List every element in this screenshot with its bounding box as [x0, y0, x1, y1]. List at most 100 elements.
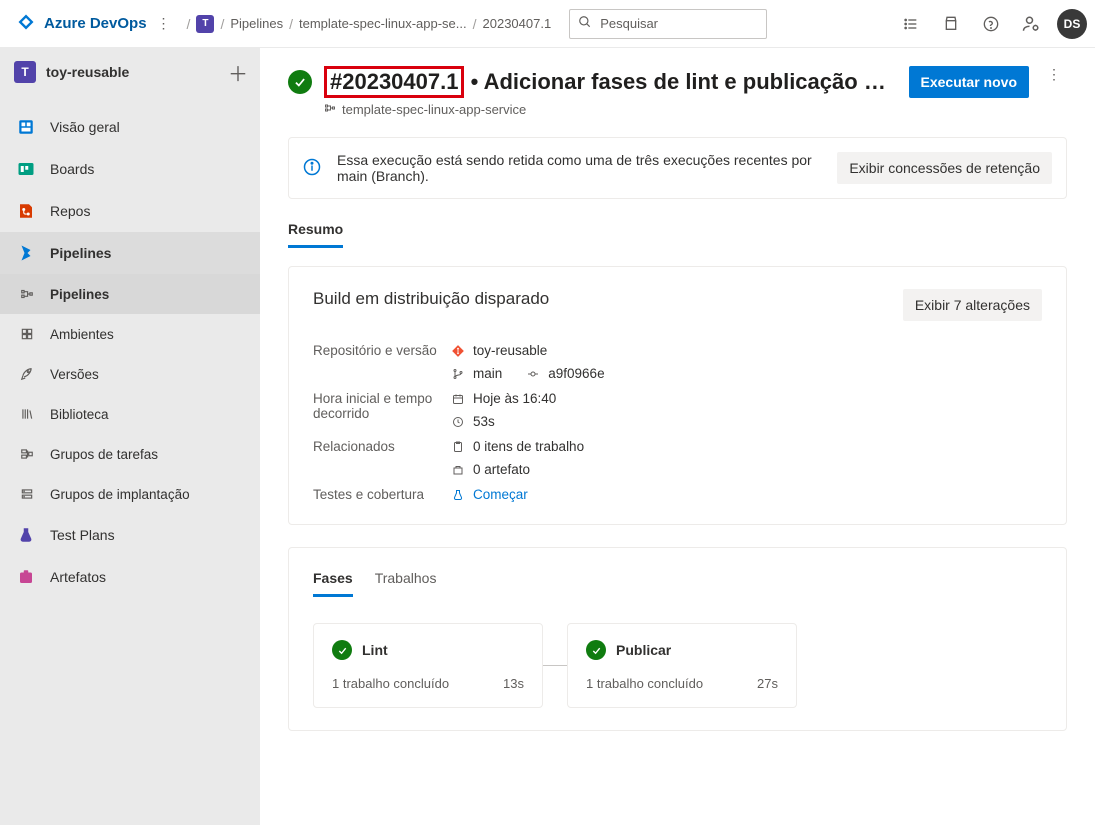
sidebar-item-overview[interactable]: Visão geral — [0, 106, 260, 148]
label-tests: Testes e cobertura — [313, 487, 443, 502]
sidebar-sub-library[interactable]: Biblioteca — [0, 394, 260, 434]
brand-block[interactable]: Azure DevOps — [16, 12, 147, 35]
tests-start-link[interactable]: Começar — [473, 487, 528, 502]
sidebar: T toy-reusable ＋ Visão geral Boards Repo… — [0, 48, 260, 825]
environments-icon — [18, 327, 36, 341]
banner-text: Essa execução está sendo retida como uma… — [337, 152, 821, 184]
pipelines-sub-icon — [18, 287, 36, 301]
tab-jobs[interactable]: Trabalhos — [375, 570, 437, 597]
summary-card: Build em distribuição disparado Exibir 7… — [288, 266, 1067, 525]
stage-duration: 27s — [757, 676, 778, 691]
artifacts-count[interactable]: 0 artefato — [473, 462, 530, 477]
label-repo: Repositório e versão — [313, 343, 443, 358]
sidebar-sub-deploygroups[interactable]: Grupos de implantação — [0, 474, 260, 514]
sidebar-sub-taskgroups[interactable]: Grupos de tarefas — [0, 434, 260, 474]
stage-duration: 13s — [503, 676, 524, 691]
taskgroups-icon — [18, 447, 36, 461]
view-retention-button[interactable]: Exibir concessões de retenção — [837, 152, 1052, 184]
tab-phases[interactable]: Fases — [313, 570, 353, 597]
releases-icon — [18, 367, 36, 381]
list-icon[interactable] — [891, 16, 931, 32]
project-name: toy-reusable — [46, 64, 129, 80]
run-again-button[interactable]: Executar novo — [909, 66, 1029, 98]
run-id-highlight: #20230407.1 — [324, 66, 464, 98]
stage-success-icon — [332, 640, 352, 660]
breadcrumb-run-id[interactable]: 20230407.1 — [483, 16, 552, 31]
info-icon — [303, 158, 321, 179]
testplans-icon — [16, 525, 36, 545]
run-pipeline-name[interactable]: template-spec-linux-app-service — [342, 102, 526, 117]
branch-icon — [451, 368, 465, 380]
sidebar-item-label: Boards — [50, 161, 94, 177]
main-content: #20230407.1 • Adicionar fases de lint e … — [260, 48, 1095, 825]
sidebar-item-label: Test Plans — [50, 527, 115, 543]
branch-name[interactable]: main — [473, 366, 502, 381]
summary-heading: Build em distribuição disparado — [313, 289, 549, 309]
sidebar-item-pipelines[interactable]: Pipelines — [0, 232, 260, 274]
git-icon — [451, 344, 465, 358]
sidebar-item-label: Repos — [50, 203, 90, 219]
commit-hash[interactable]: a9f0966e — [548, 366, 604, 381]
repo-name[interactable]: toy-reusable — [473, 343, 547, 358]
pipelines-icon — [16, 243, 36, 263]
artifacts-icon — [16, 567, 36, 587]
azure-logo-icon — [16, 12, 36, 35]
view-changes-button[interactable]: Exibir 7 alterações — [903, 289, 1042, 321]
stage-publish[interactable]: Publicar 1 trabalho concluído 27s — [567, 623, 797, 708]
sidebar-sub-label: Versões — [50, 367, 99, 382]
stage-status-text: 1 trabalho concluído — [332, 676, 449, 691]
search-input[interactable] — [600, 16, 758, 31]
search-icon — [578, 15, 592, 32]
project-row[interactable]: T toy-reusable ＋ — [0, 48, 260, 96]
stage-status-text: 1 trabalho concluído — [586, 676, 703, 691]
sidebar-sub-label: Biblioteca — [50, 407, 109, 422]
sidebar-item-label: Visão geral — [50, 119, 120, 135]
stage-connector — [543, 623, 567, 708]
run-more-icon[interactable]: ⋮ — [1041, 66, 1067, 83]
run-status-success-icon — [288, 70, 312, 94]
sidebar-item-label: Pipelines — [50, 245, 111, 261]
overview-icon — [16, 117, 36, 137]
help-icon[interactable] — [971, 16, 1011, 32]
avatar[interactable]: DS — [1057, 9, 1087, 39]
label-related: Relacionados — [313, 439, 443, 454]
repos-icon — [16, 201, 36, 221]
deploygroups-icon — [18, 487, 36, 501]
stages-card: Fases Trabalhos Lint 1 trabalho concluíd… — [288, 547, 1067, 731]
user-settings-icon[interactable] — [1011, 15, 1051, 33]
sidebar-sub-label: Grupos de implantação — [50, 487, 190, 502]
boards-icon — [16, 159, 36, 179]
sidebar-item-boards[interactable]: Boards — [0, 148, 260, 190]
org-menu-icon[interactable]: ⋮ — [147, 15, 181, 32]
sidebar-item-artifacts[interactable]: Artefatos — [0, 556, 260, 598]
workitem-icon — [451, 441, 465, 453]
breadcrumb-pipeline-name[interactable]: template-spec-linux-app-se... — [299, 16, 467, 31]
sidebar-item-repos[interactable]: Repos — [0, 190, 260, 232]
brand-label: Azure DevOps — [44, 15, 147, 32]
stage-lint[interactable]: Lint 1 trabalho concluído 13s — [313, 623, 543, 708]
calendar-icon — [451, 393, 465, 405]
commit-icon — [526, 368, 540, 380]
clock-icon — [451, 416, 465, 428]
tab-summary[interactable]: Resumo — [288, 221, 343, 248]
start-time: Hoje às 16:40 — [473, 391, 556, 406]
breadcrumb-project-tile[interactable]: T — [196, 15, 214, 33]
stage-name: Publicar — [616, 642, 671, 658]
pipeline-mini-icon — [324, 102, 336, 117]
work-items[interactable]: 0 itens de trabalho — [473, 439, 584, 454]
project-tile: T — [14, 61, 36, 83]
artifact-icon — [451, 464, 465, 476]
marketplace-icon[interactable] — [931, 16, 971, 32]
sidebar-sub-label: Pipelines — [50, 287, 109, 302]
elapsed-time: 53s — [473, 414, 495, 429]
sidebar-sub-label: Grupos de tarefas — [50, 447, 158, 462]
breadcrumb-pipelines[interactable]: Pipelines — [230, 16, 283, 31]
add-icon[interactable]: ＋ — [228, 58, 248, 87]
sidebar-sub-releases[interactable]: Versões — [0, 354, 260, 394]
sidebar-item-testplans[interactable]: Test Plans — [0, 514, 260, 556]
sidebar-sub-environments[interactable]: Ambientes — [0, 314, 260, 354]
search-box[interactable] — [569, 9, 767, 39]
stage-success-icon — [586, 640, 606, 660]
library-icon — [18, 407, 36, 421]
sidebar-sub-pipelines[interactable]: Pipelines — [0, 274, 260, 314]
